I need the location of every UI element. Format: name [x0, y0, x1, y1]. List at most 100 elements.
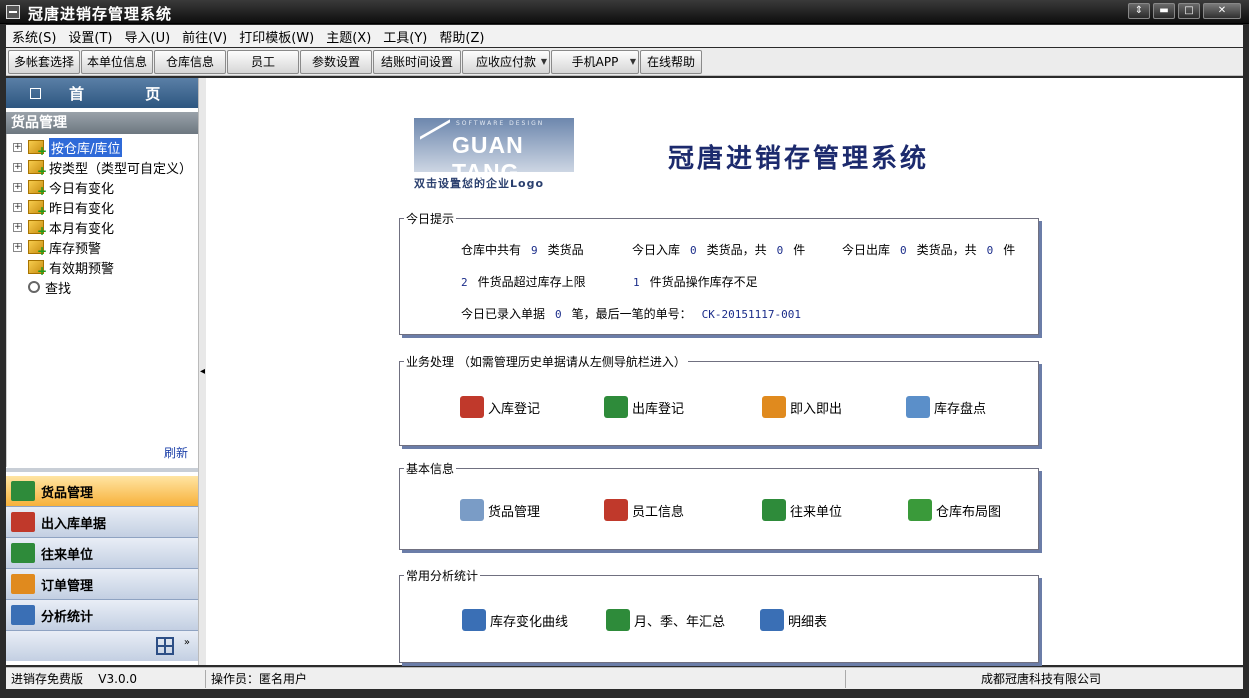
- stock-in-icon: [460, 396, 484, 418]
- expand-icon[interactable]: +: [13, 242, 22, 252]
- basic-info-title: 基本信息: [404, 460, 457, 477]
- toolbar: 多帐套选择 本单位信息 仓库信息 员工 参数设置 结账时间设置 应收应付款 ▼ 手…: [6, 48, 1243, 76]
- goods-management-button[interactable]: 货品管理: [460, 499, 540, 521]
- tree-item-by-type[interactable]: + 按类型（类型可自定义）: [13, 157, 192, 178]
- menu-system[interactable]: 系统(S): [6, 27, 62, 46]
- nav-goods-management[interactable]: 货品管理: [6, 476, 198, 507]
- tree-item-changed-yesterday[interactable]: + 昨日有变化: [13, 197, 114, 218]
- home-button[interactable]: 首 页: [6, 78, 198, 108]
- online-help-button[interactable]: 在线帮助: [640, 49, 702, 74]
- tree-item-stock-warning[interactable]: + 库存预警: [13, 237, 101, 258]
- nav-partners[interactable]: 往来单位: [6, 538, 198, 569]
- stocktake-button[interactable]: 库存盘点: [906, 396, 986, 418]
- last-document-number: CK-20151117-001: [701, 308, 801, 321]
- panel-splitter[interactable]: [6, 468, 198, 472]
- table-icon: [760, 609, 784, 631]
- menu-import[interactable]: 导入(U): [119, 27, 177, 46]
- goods-tree: + 按仓库/库位 + 按类型（类型可自定义） + 今日有变化 + 昨日有变化 +…: [6, 134, 198, 467]
- stock-curve-button[interactable]: 库存变化曲线: [462, 609, 568, 631]
- cube-add-icon: [28, 240, 47, 258]
- parameter-settings-button[interactable]: 参数设置: [300, 49, 372, 74]
- close-button[interactable]: ✕: [1203, 3, 1241, 19]
- dropdown-arrow-icon: ▼: [629, 56, 636, 66]
- today-tips-title: 今日提示: [404, 210, 457, 227]
- stock-out-button[interactable]: 出库登记: [604, 396, 684, 418]
- menu-tools[interactable]: 工具(Y): [377, 27, 433, 46]
- account-select-button[interactable]: 多帐套选择: [8, 49, 80, 74]
- menu-bar: 系统(S) 设置(T) 导入(U) 前往(V) 打印模板(W) 主题(X) 工具…: [6, 25, 1243, 47]
- company-info: 成都冠唐科技有限公司: [980, 671, 1101, 686]
- stock-out-summary: 今日出库 0 类货品，共 0 件: [842, 243, 1016, 257]
- grid-icon[interactable]: [156, 637, 174, 655]
- warehouse-icon: [28, 140, 47, 158]
- staff-info-button[interactable]: 员工信息: [604, 499, 684, 521]
- stock-out-icon: [604, 396, 628, 418]
- goods-icon: [460, 499, 484, 521]
- cube-add-icon: [28, 260, 47, 278]
- expand-icon[interactable]: +: [13, 142, 22, 152]
- nav-footer: »: [6, 631, 198, 661]
- app-title: 冠唐进销存管理系统: [668, 144, 930, 174]
- chevron-icon[interactable]: »: [184, 637, 190, 648]
- nav-analysis[interactable]: 分析统计: [6, 600, 198, 631]
- sidebar: 首 页 货品管理 + 按仓库/库位 + 按类型（类型可自定义） + 今日有变化 …: [6, 78, 198, 665]
- staff-button[interactable]: 员工: [227, 49, 299, 74]
- truck-green-icon: [11, 543, 35, 563]
- staff-icon: [604, 499, 628, 521]
- expand-icon[interactable]: +: [13, 182, 22, 192]
- expand-icon[interactable]: +: [13, 162, 22, 172]
- main-content: SOFTWARE DESIGN GUAN TANG 双击设置您的企业Logo 冠…: [206, 78, 1243, 665]
- section-title: 货品管理: [6, 112, 198, 134]
- minimize-button[interactable]: ▬: [1153, 3, 1175, 19]
- business-group: 业务处理 （如需管理历史单据请从左侧导航栏进入） 入库登记 出库登记 即入即出 …: [399, 353, 1039, 446]
- collapse-arrow-icon[interactable]: ◂: [200, 366, 205, 377]
- menu-settings[interactable]: 设置(T): [62, 27, 118, 46]
- cube-add-icon: [28, 180, 47, 198]
- tree-item-changed-month[interactable]: + 本月有变化: [13, 217, 114, 238]
- stock-in-summary: 今日入库 0 类货品，共 0 件: [632, 243, 806, 257]
- nav-stock-documents[interactable]: 出入库单据: [6, 507, 198, 538]
- mobile-app-button[interactable]: 手机APP ▼: [551, 49, 639, 74]
- nav-order-management[interactable]: 订单管理: [6, 569, 198, 600]
- analysis-title: 常用分析统计: [404, 567, 481, 584]
- analysis-group: 常用分析统计 库存变化曲线 月、季、年汇总 明细表: [399, 567, 1039, 663]
- book-icon: [11, 481, 35, 501]
- warehouse-info-button[interactable]: 仓库信息: [154, 49, 226, 74]
- expand-icon[interactable]: +: [13, 222, 22, 232]
- in-out-button[interactable]: 即入即出: [762, 396, 842, 418]
- refresh-link[interactable]: 刷新: [164, 444, 188, 461]
- menu-goto[interactable]: 前往(V): [176, 27, 233, 46]
- dropdown-arrow-icon: ▼: [540, 56, 547, 66]
- checklist-icon: [906, 396, 930, 418]
- sidebar-collapse-bar[interactable]: ◂: [198, 78, 206, 665]
- restore-arrows-button[interactable]: ⇕: [1128, 3, 1150, 19]
- stock-in-button[interactable]: 入库登记: [460, 396, 540, 418]
- company-info-button[interactable]: 本单位信息: [81, 49, 153, 74]
- maximize-button[interactable]: □: [1178, 3, 1200, 19]
- over-limit-summary: 2 件货品超过库存上限: [461, 275, 586, 289]
- cube-add-icon: [28, 220, 47, 238]
- partner-icon: [762, 499, 786, 521]
- period-summary-button[interactable]: 月、季、年汇总: [606, 609, 725, 631]
- basic-info-group: 基本信息 货品管理 员工信息 往来单位 仓库布局图: [399, 460, 1039, 550]
- tree-item-changed-today[interactable]: + 今日有变化: [13, 177, 114, 198]
- shortage-summary: 1 件货品操作库存不足: [633, 275, 758, 289]
- search-icon: [28, 281, 40, 293]
- tree-item-search[interactable]: 查找: [13, 277, 71, 297]
- receivable-payable-button[interactable]: 应收应付款 ▼: [462, 49, 550, 74]
- detail-table-button[interactable]: 明细表: [760, 609, 827, 631]
- tree-item-expiry-warning[interactable]: 有效期预警: [13, 257, 114, 278]
- menu-theme[interactable]: 主题(X): [320, 27, 377, 46]
- partners-button[interactable]: 往来单位: [762, 499, 842, 521]
- cube-add-icon: [28, 200, 47, 218]
- menu-print-template[interactable]: 打印模板(W): [233, 27, 320, 46]
- company-logo[interactable]: SOFTWARE DESIGN GUAN TANG 双击设置您的企业Logo: [414, 118, 578, 190]
- expand-icon[interactable]: +: [13, 202, 22, 212]
- closing-time-button[interactable]: 结账时间设置: [373, 49, 461, 74]
- status-bar: 进销存免费版 V3.0.0 操作员：匿名用户 成都冠唐科技有限公司: [6, 667, 1243, 689]
- menu-help[interactable]: 帮助(Z): [433, 27, 490, 46]
- tree-item-by-warehouse[interactable]: + 按仓库/库位: [13, 137, 123, 158]
- warehouse-layout-button[interactable]: 仓库布局图: [908, 499, 1001, 521]
- system-menu-icon[interactable]: [6, 5, 20, 19]
- window-title: 冠唐进销存管理系统: [28, 5, 173, 23]
